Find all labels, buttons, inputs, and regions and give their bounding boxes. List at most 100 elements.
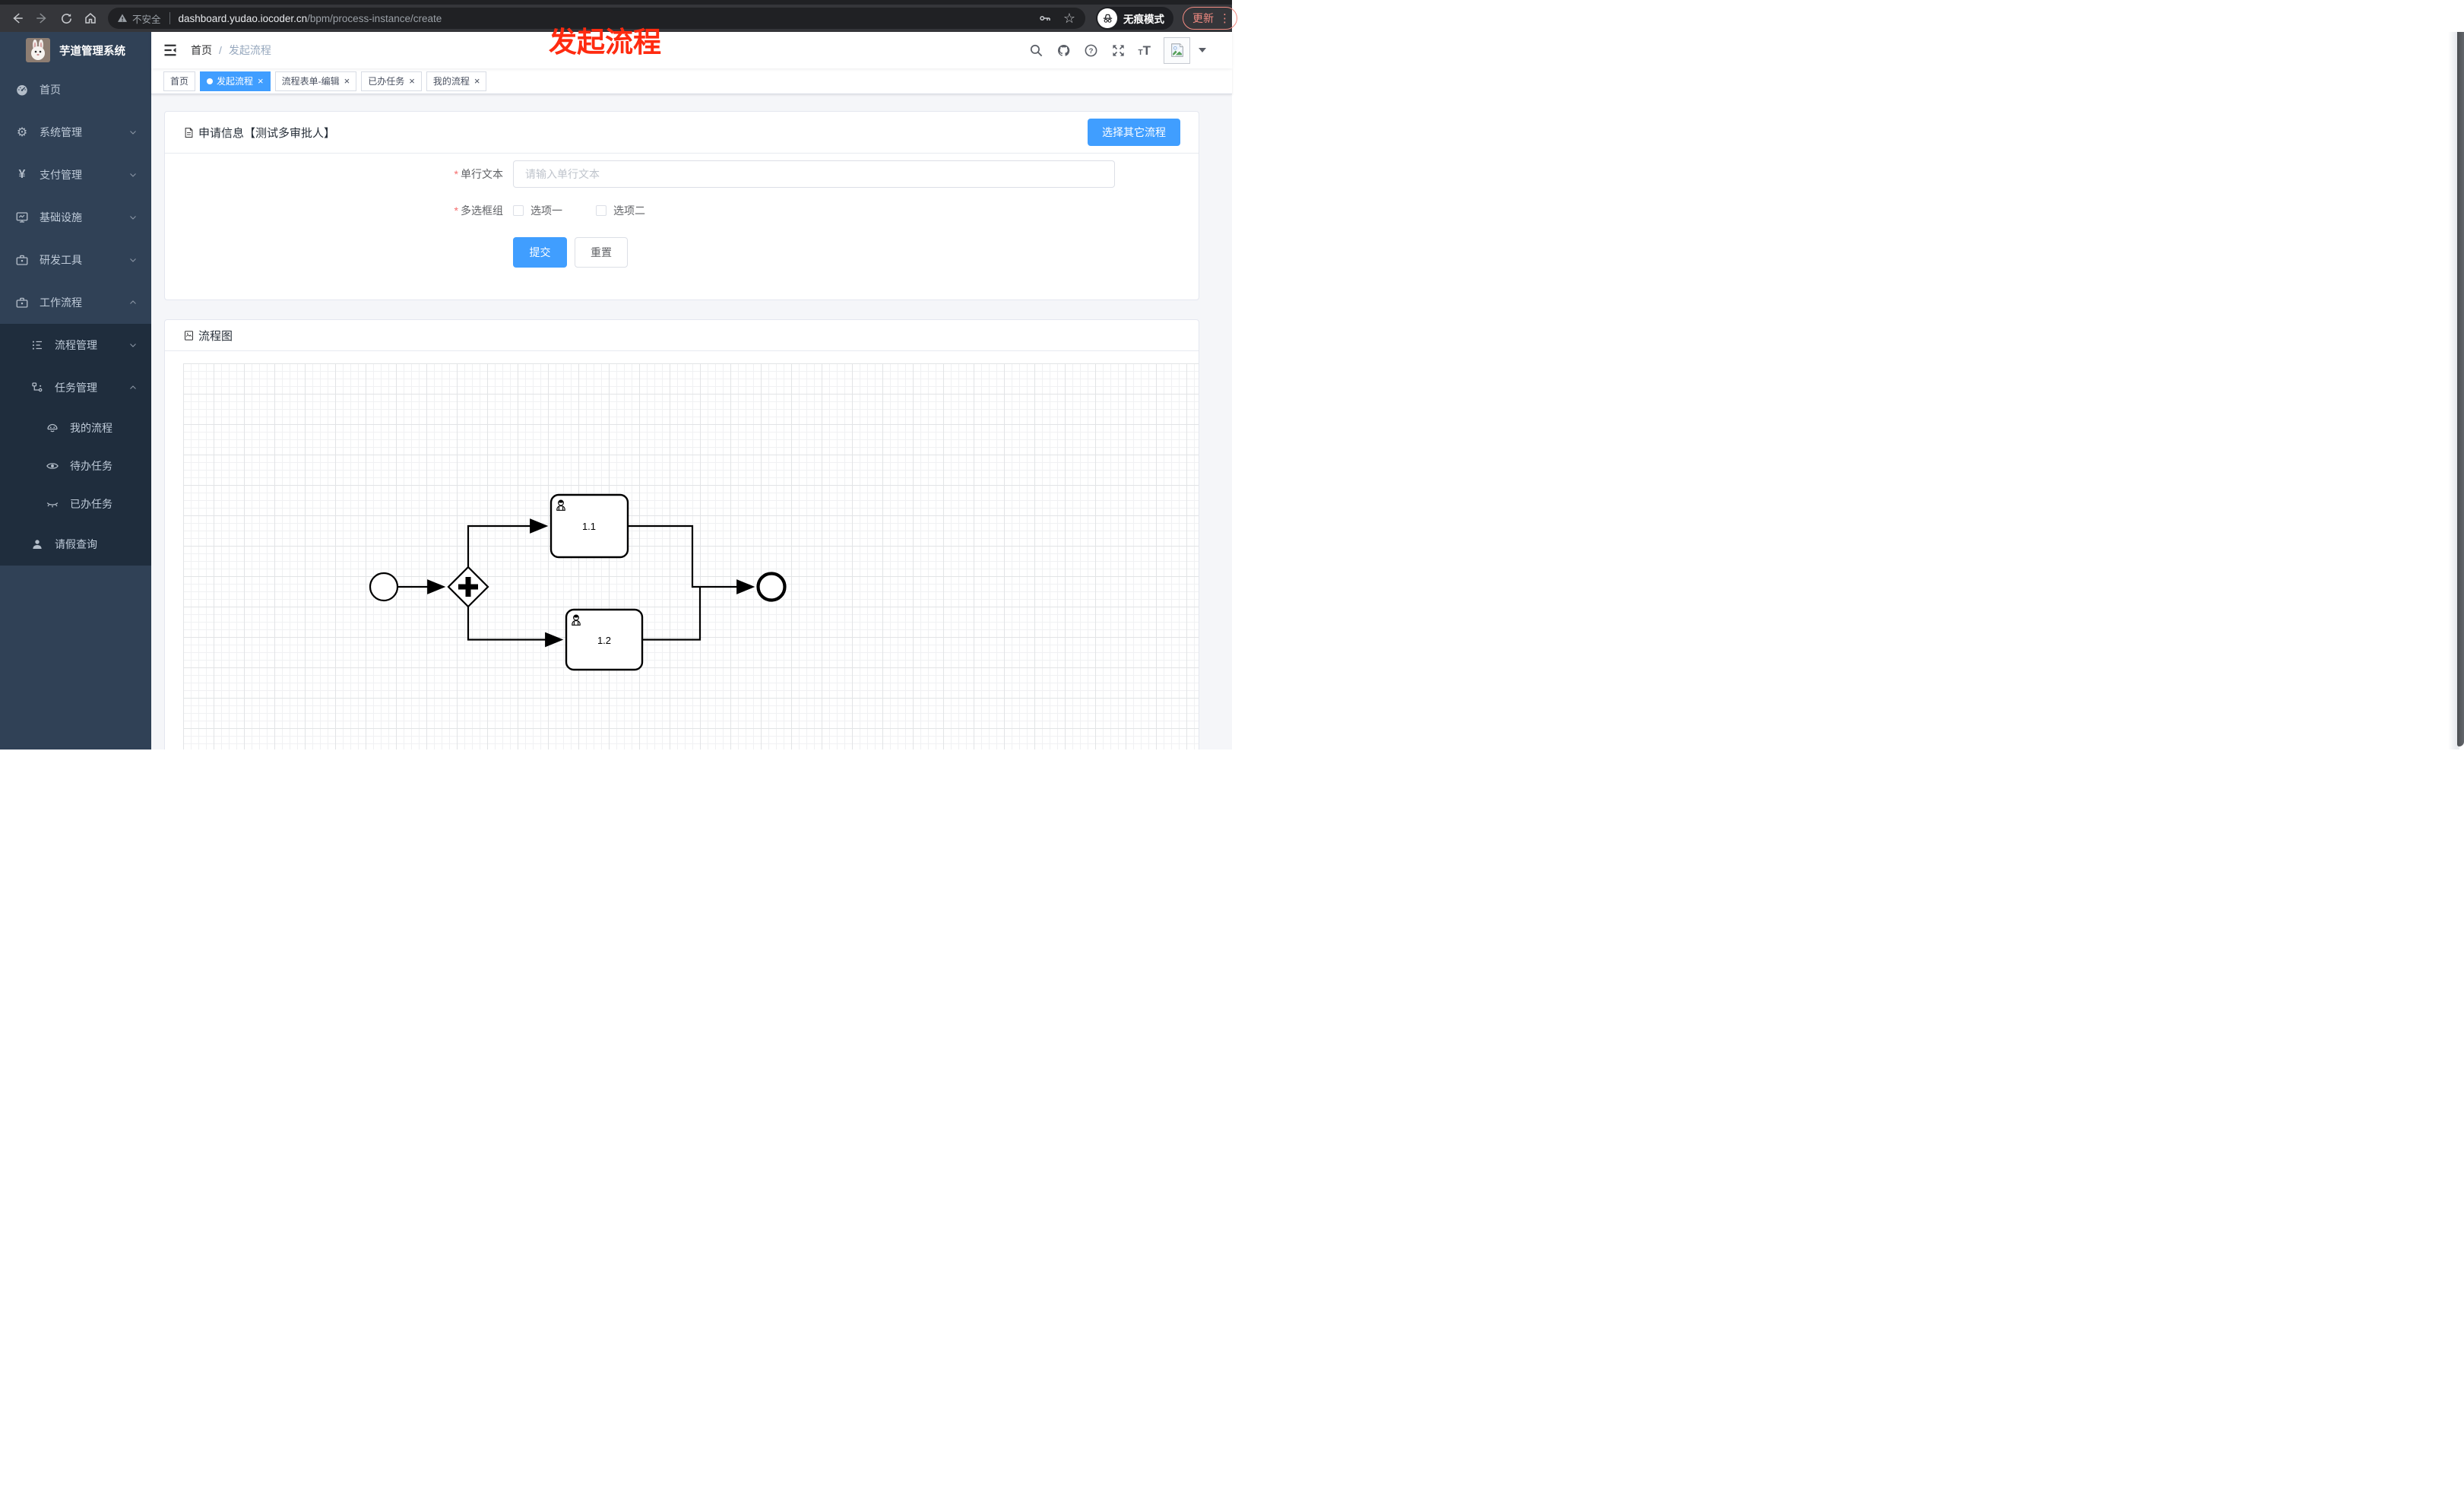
- tree-list-icon: [30, 338, 44, 352]
- sidebar-item-label: 任务管理: [55, 382, 97, 394]
- sidebar-item-label: 研发工具: [40, 254, 82, 266]
- password-key-icon[interactable]: [1038, 11, 1052, 25]
- tab-done-tasks[interactable]: 已办任务 ×: [361, 71, 422, 91]
- sidebar-item-label: 基础设施: [40, 211, 82, 223]
- checkbox-icon[interactable]: [513, 205, 524, 216]
- tab-label: 流程表单-编辑: [281, 76, 340, 87]
- submit-button[interactable]: 提交: [513, 237, 567, 268]
- sidebar-item-leave-query[interactable]: 请假查询: [0, 523, 151, 566]
- checkbox-option-label: 选项一: [530, 204, 562, 217]
- flow-diagram-title: 流程图: [183, 328, 233, 344]
- security-label[interactable]: 不安全: [132, 11, 161, 26]
- sidebar-item-todo-tasks[interactable]: 待办任务: [0, 447, 151, 485]
- update-button[interactable]: 更新 ⋮: [1183, 7, 1237, 30]
- sidebar-item-pay[interactable]: ¥ 支付管理: [0, 154, 151, 196]
- url-text[interactable]: dashboard.yudao.iocoder.cn/bpm/process-i…: [179, 13, 442, 24]
- tab-my-process[interactable]: 我的流程 ×: [426, 71, 487, 91]
- incognito-icon: [1097, 8, 1117, 28]
- scrollbar-thumb[interactable]: [2457, 32, 2464, 746]
- checkbox-field-row: * 多选框组 选项一 选项二: [165, 203, 1199, 218]
- required-mark: *: [454, 204, 458, 217]
- checkbox-option-2[interactable]: 选项二: [596, 203, 645, 218]
- github-icon[interactable]: [1056, 43, 1071, 58]
- reload-icon[interactable]: [56, 8, 76, 28]
- bpmn-user-task-1-1[interactable]: 1.1: [549, 493, 629, 559]
- tab-label: 发起流程: [217, 76, 254, 87]
- sidebar-item-label: 流程管理: [55, 339, 97, 351]
- select-other-process-button[interactable]: 选择其它流程: [1088, 119, 1180, 146]
- close-icon[interactable]: ×: [344, 76, 350, 86]
- forward-icon[interactable]: [32, 8, 52, 28]
- bpmn-start-event[interactable]: [369, 572, 399, 602]
- flow-edge-gateway-task2[interactable]: [467, 607, 564, 648]
- bpmn-parallel-gateway[interactable]: [447, 566, 489, 608]
- sidebar-item-infra[interactable]: 基础设施: [0, 196, 151, 239]
- sidebar-item-label: 支付管理: [40, 169, 82, 181]
- person-icon: [30, 537, 44, 551]
- checkbox-group: 选项一 选项二: [513, 203, 645, 218]
- text-field-row: * 单行文本: [165, 160, 1199, 188]
- sidebar-item-home[interactable]: 首页: [0, 68, 151, 111]
- task-label: 1.2: [597, 635, 611, 646]
- bpmn-user-task-1-2[interactable]: 1.2: [565, 608, 644, 671]
- flow-edge-task2-join[interactable]: [642, 588, 702, 641]
- home-icon[interactable]: [81, 8, 100, 28]
- sidebar-item-label: 工作流程: [40, 296, 82, 309]
- chevron-down-icon: [130, 344, 136, 347]
- svg-text:?: ?: [1088, 46, 1093, 55]
- sidebar-item-workflow[interactable]: 工作流程: [0, 281, 151, 324]
- sidebar-logo[interactable]: 芋道管理系统: [0, 32, 151, 68]
- avatar-caret-icon[interactable]: [1199, 48, 1206, 52]
- checkbox-icon[interactable]: [596, 205, 606, 216]
- sidebar-item-done-tasks[interactable]: 已办任务: [0, 485, 151, 523]
- chevron-down-icon: [130, 216, 136, 220]
- close-icon[interactable]: ×: [409, 76, 415, 86]
- url-domain: dashboard.yudao.iocoder.cn: [178, 12, 308, 24]
- browser-menu-icon[interactable]: ⋮: [1219, 11, 1230, 25]
- navbar-actions: ? TT: [1029, 32, 1206, 68]
- tab-start-process[interactable]: 发起流程 ×: [200, 71, 271, 91]
- single-line-text-input[interactable]: [513, 160, 1115, 188]
- close-icon[interactable]: ×: [258, 76, 264, 86]
- fullscreen-icon[interactable]: [1111, 43, 1126, 58]
- tab-form-edit[interactable]: 流程表单-编辑 ×: [274, 71, 357, 91]
- chevron-down-icon: [130, 131, 136, 135]
- checkbox-option-1[interactable]: 选项一: [513, 203, 562, 218]
- flow-diagram-body: 1.1 1.2: [165, 351, 1199, 750]
- avatar[interactable]: [1164, 36, 1190, 64]
- sidebar-item-task-mgmt[interactable]: 任务管理: [0, 366, 151, 409]
- sidebar-collapse-icon[interactable]: [163, 43, 178, 58]
- search-icon[interactable]: [1029, 43, 1044, 58]
- monitor-icon: [15, 211, 29, 224]
- tab-label: 我的流程: [432, 76, 470, 87]
- font-size-icon[interactable]: TT: [1139, 44, 1151, 57]
- toolbox-icon: [15, 296, 29, 309]
- security-warning-icon[interactable]: [117, 14, 128, 23]
- flow-edge-task1-end[interactable]: [628, 524, 755, 594]
- back-icon[interactable]: [8, 8, 27, 28]
- reset-button[interactable]: 重置: [575, 237, 628, 268]
- gear-icon: ⚙: [16, 126, 28, 139]
- robot-face-icon: [46, 421, 59, 435]
- sidebar-item-devtools[interactable]: 研发工具: [0, 239, 151, 281]
- bpmn-canvas[interactable]: 1.1 1.2: [183, 363, 1199, 750]
- toolbox-icon: [15, 253, 29, 267]
- help-icon[interactable]: ?: [1084, 43, 1098, 58]
- flow-diagram-card-header: 流程图: [165, 320, 1199, 351]
- document-icon: [185, 127, 193, 138]
- breadcrumb-current: 发起流程: [228, 44, 271, 56]
- sidebar-item-process-mgmt[interactable]: 流程管理: [0, 324, 151, 366]
- sidebar-item-my-process[interactable]: 我的流程: [0, 409, 151, 447]
- apply-info-title: 申请信息【测试多审批人】: [183, 125, 335, 141]
- page-content: 申请信息【测试多审批人】 选择其它流程 *单行文本 *多选框组: [151, 94, 1232, 750]
- bookmark-star-icon[interactable]: ☆: [1063, 11, 1076, 25]
- close-icon[interactable]: ×: [474, 76, 480, 86]
- tab-home[interactable]: 首页: [163, 71, 196, 91]
- breadcrumb-home[interactable]: 首页: [191, 43, 212, 58]
- dashboard-icon: [15, 83, 29, 97]
- breadcrumb-separator: /: [219, 44, 222, 56]
- sidebar-item-system[interactable]: ⚙ 系统管理: [0, 111, 151, 154]
- flow-edge-gateway-task1[interactable]: [467, 518, 549, 567]
- apply-info-card-body: *单行文本 *多选框组 选项一 选项二: [165, 160, 1199, 268]
- bpmn-end-event[interactable]: [756, 572, 787, 602]
